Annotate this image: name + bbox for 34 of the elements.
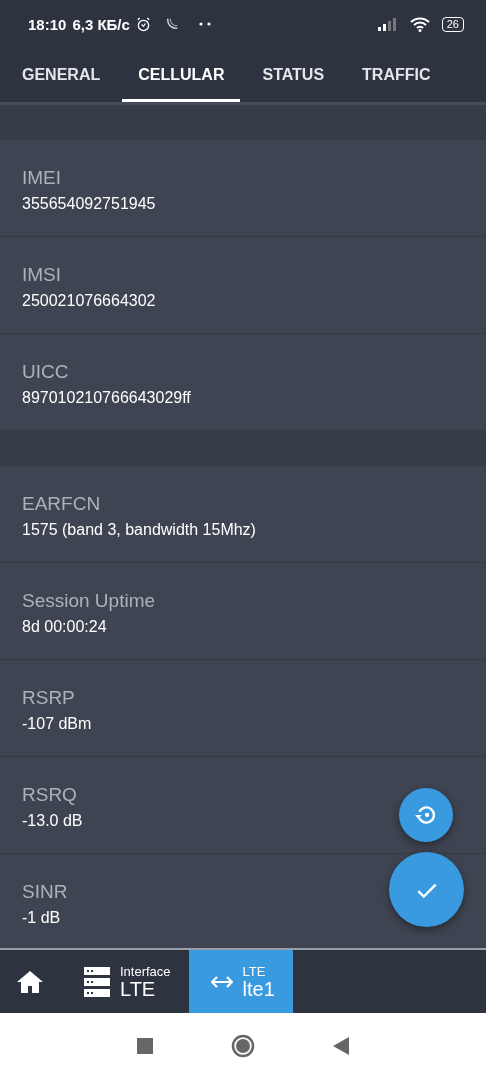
field-value: -13.0 dB	[22, 812, 83, 830]
field-value: 8d 00:00:24	[22, 618, 107, 636]
tab[interactable]: STATUS	[246, 48, 341, 102]
back-icon[interactable]	[333, 1036, 349, 1055]
server-icon	[84, 966, 110, 997]
field-label: IMSI	[22, 264, 62, 286]
moon-icon	[164, 17, 179, 31]
network-speed: 6,3 КБ/с	[72, 15, 130, 33]
field-value: -107 dBm	[22, 715, 92, 733]
tab[interactable]: CELLULAR	[122, 48, 241, 102]
home-icon	[16, 969, 44, 994]
double-arrow-icon	[210, 974, 233, 989]
field-label: RSRQ	[22, 784, 77, 806]
field-label: EARFCN	[22, 493, 101, 515]
tab[interactable]: TRAFFIC	[346, 48, 447, 102]
field-label: IMEI	[22, 167, 62, 189]
field-value: 355654092751945	[22, 195, 156, 213]
tab[interactable]: GENERAL	[6, 48, 117, 102]
battery-indicator: 26	[441, 16, 464, 32]
field-value: 250021076664302	[22, 292, 156, 310]
field-value: -1 dB	[22, 909, 61, 927]
wifi-icon	[409, 16, 430, 32]
home-icon[interactable]	[231, 1033, 255, 1058]
signal-icon	[377, 17, 398, 31]
field-label: Session Uptime	[22, 590, 156, 612]
field-label: SINR	[22, 881, 68, 903]
field-value: 897010210766643029ff	[22, 389, 191, 407]
field-value: 1575 (band 3, bandwidth 15Mhz)	[22, 521, 256, 539]
status-time: 18:10	[28, 15, 67, 33]
field-label: RSRP	[22, 687, 75, 709]
field-label: UICC	[22, 361, 69, 383]
recent-apps-icon[interactable]	[137, 1037, 153, 1054]
alarm-icon	[135, 16, 151, 32]
dots-icon	[198, 22, 211, 26]
